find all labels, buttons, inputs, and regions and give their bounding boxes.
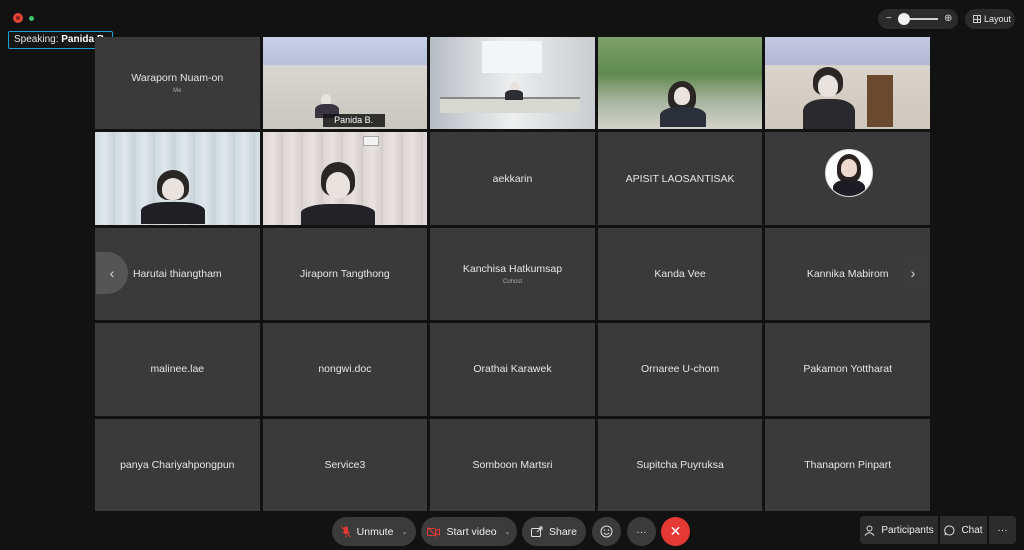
participant-name: Jiraporn Tangthong xyxy=(300,267,390,280)
participant-name: Kannika Mabirom xyxy=(806,267,889,280)
video-person xyxy=(673,87,690,105)
participant-name: Supitcha Puyruksa xyxy=(636,458,724,471)
chat-bubble-icon xyxy=(944,525,955,535)
participant-tile[interactable]: Supitcha Puyruksa xyxy=(597,418,763,511)
participant-tile[interactable]: APISIT LAOSANTISAK xyxy=(597,132,763,225)
smiley-icon xyxy=(600,525,613,538)
reactions-button[interactable] xyxy=(592,517,621,546)
grid-layout-icon xyxy=(973,15,981,23)
participant-role: Me xyxy=(173,88,182,95)
participant-name: Kanda Vee xyxy=(654,267,706,280)
more-icon: ··· xyxy=(636,525,647,538)
zoom-handle[interactable] xyxy=(898,13,910,25)
participant-name: malinee.lae xyxy=(150,363,205,376)
participant-tile[interactable]: Kanda Vee xyxy=(597,227,763,321)
close-window-icon[interactable] xyxy=(13,13,23,23)
participant-role: Cohost xyxy=(502,278,522,285)
participant-name: nongwi.doc xyxy=(318,363,372,376)
participant-name: Harutai thiangtham xyxy=(132,267,222,280)
participants-label: Participants xyxy=(881,524,934,536)
connection-status-icon xyxy=(29,16,34,21)
participant-tile[interactable]: Waraporn Nuam-on Me xyxy=(95,37,260,130)
participant-tile-video[interactable] xyxy=(95,132,260,225)
share-label: Share xyxy=(548,525,578,538)
layout-button[interactable]: Layout xyxy=(965,9,1015,29)
participant-tile-video[interactable] xyxy=(597,37,763,130)
share-icon xyxy=(530,526,543,537)
participant-tile[interactable]: malinee.lae xyxy=(95,323,260,416)
participant-name: Kanchisa Hatkumsap xyxy=(462,262,563,275)
chat-button[interactable]: Chat xyxy=(940,516,987,544)
participant-tile[interactable]: Jiraporn Tangthong xyxy=(262,227,428,321)
participant-tile[interactable]: Kanchisa Hatkumsap Cohost xyxy=(430,227,595,321)
video-zoom-slider[interactable]: − ⊕ xyxy=(878,9,958,29)
participant-tile[interactable]: Service3 xyxy=(262,418,428,511)
panel-more-button[interactable]: ··· xyxy=(989,516,1016,544)
participant-tile[interactable]: Thanaporn Pinpart xyxy=(765,418,930,511)
unmute-button[interactable]: Unmute ⌄ xyxy=(332,517,416,546)
video-person-body xyxy=(659,107,706,127)
video-person-body xyxy=(141,202,205,225)
video-person-body xyxy=(505,90,524,100)
chevron-right-icon: › xyxy=(910,265,916,281)
participant-name: Ornaree U-chom xyxy=(640,363,720,376)
participant-name: Waraporn Nuam-on xyxy=(131,72,224,85)
participants-button[interactable]: Participants xyxy=(860,516,938,544)
leave-meeting-button[interactable]: ✕ xyxy=(661,517,690,546)
share-button[interactable]: Share xyxy=(522,517,586,546)
participant-tile-video[interactable] xyxy=(765,37,930,130)
video-person-body xyxy=(803,99,856,129)
participant-avatar xyxy=(825,149,874,198)
video-person xyxy=(325,172,350,199)
video-person xyxy=(818,75,839,97)
participant-tile[interactable]: aekkarin xyxy=(430,132,595,225)
participant-tile-video[interactable]: Panida B. xyxy=(262,37,428,130)
participant-tile-video[interactable] xyxy=(430,37,595,130)
participant-name: APISIT LAOSANTISAK xyxy=(625,172,735,185)
video-screen xyxy=(482,41,543,73)
participant-name-label: Panida B. xyxy=(322,114,385,128)
chevron-left-icon: ‹ xyxy=(109,265,115,281)
participant-tile[interactable]: nongwi.doc xyxy=(262,323,428,416)
participant-name: panya Chariyahpongpun xyxy=(120,458,235,471)
participant-name: Orathai Karawek xyxy=(473,363,552,376)
microphone-muted-icon xyxy=(340,525,351,537)
participant-tile[interactable]: panya Chariyahpongpun xyxy=(95,418,260,511)
participant-name: Somboon Martsri xyxy=(472,458,553,471)
video-off-icon xyxy=(427,526,441,537)
video-person xyxy=(162,178,184,201)
start-video-label: Start video xyxy=(446,525,497,538)
participant-tile[interactable]: Somboon Martsri xyxy=(430,418,595,511)
video-person-body xyxy=(300,204,375,225)
layout-label: Layout xyxy=(984,14,1012,24)
chevron-down-icon[interactable]: ⌄ xyxy=(505,528,511,536)
zoom-out-icon[interactable]: − xyxy=(886,13,892,25)
participant-tile-video[interactable] xyxy=(262,132,428,225)
speaking-prefix: Speaking: xyxy=(14,34,62,45)
participant-name: Service3 xyxy=(324,458,366,471)
chevron-down-icon[interactable]: ⌄ xyxy=(401,528,407,536)
video-exit-sign xyxy=(362,136,379,147)
unmute-label: Unmute xyxy=(356,525,394,538)
participant-tile[interactable]: Orathai Karawek xyxy=(430,323,595,416)
participant-tile[interactable] xyxy=(765,132,930,225)
participant-name: Pakamon Yottharat xyxy=(803,363,893,376)
participant-name: Thanaporn Pinpart xyxy=(804,458,892,471)
participant-name: aekkarin xyxy=(492,172,533,185)
chat-label: Chat xyxy=(961,524,983,536)
zoom-in-icon[interactable]: ⊕ xyxy=(944,13,952,25)
participant-tile[interactable]: Ornaree U-chom xyxy=(597,323,763,416)
participant-video-grid: Waraporn Nuam-on Me Panida B. aekkarin A… xyxy=(95,37,930,511)
close-icon: ✕ xyxy=(669,523,682,539)
participant-tile[interactable]: Pakamon Yottharat xyxy=(765,323,930,416)
more-options-button[interactable]: ··· xyxy=(627,517,656,546)
more-icon: ··· xyxy=(997,524,1008,536)
video-door xyxy=(867,75,894,127)
person-icon xyxy=(864,525,875,536)
start-video-button[interactable]: Start video ⌄ xyxy=(421,517,517,546)
